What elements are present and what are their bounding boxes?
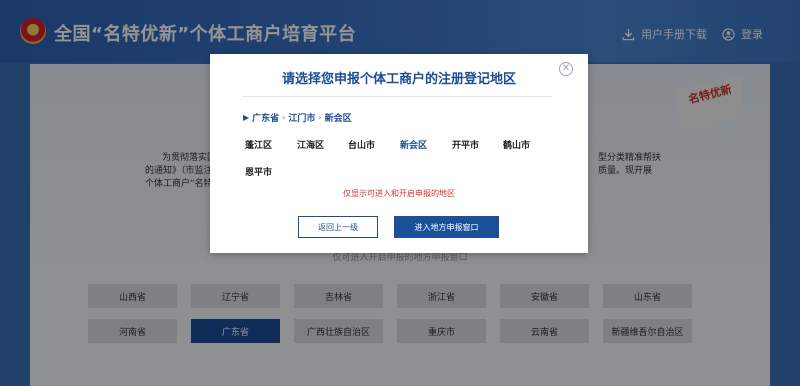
district-kaiping[interactable]: 开平市	[452, 138, 479, 151]
chevron-right-icon: ›	[318, 113, 322, 122]
breadcrumb-city[interactable]: 江门市	[288, 111, 315, 124]
district-enping[interactable]: 恩平市	[245, 165, 272, 178]
breadcrumb-province[interactable]: 广东省	[252, 111, 279, 124]
breadcrumb-district[interactable]: 新会区	[325, 111, 352, 124]
chevron-right-icon: ›	[282, 113, 286, 122]
availability-note: 仅显示可进入和开启申报的地区	[343, 189, 455, 198]
district-taishan[interactable]: 台山市	[348, 138, 375, 151]
district-jianghai[interactable]: 江海区	[297, 138, 324, 151]
district-heshan[interactable]: 鹤山市	[503, 138, 530, 151]
breadcrumb: ▶ 广东省 › 江门市 › 新会区	[243, 111, 352, 124]
district-xinhui[interactable]: 新会区	[400, 138, 427, 151]
close-icon[interactable]: ✕	[559, 62, 573, 76]
dialog-title: 请选择您申报个体工商户的注册登记地区	[281, 72, 516, 87]
district-pengjiang[interactable]: 蓬江区	[245, 138, 272, 151]
title-divider	[242, 96, 552, 97]
region-select-dialog: 请选择您申报个体工商户的注册登记地区 ✕ ▶ 广东省 › 江门市 › 新会区 蓬…	[210, 54, 588, 253]
caret-right-icon: ▶	[243, 113, 250, 122]
back-button[interactable]: 返回上一级	[298, 216, 378, 238]
enter-apply-window-button[interactable]: 进入地方申报窗口	[394, 216, 499, 238]
